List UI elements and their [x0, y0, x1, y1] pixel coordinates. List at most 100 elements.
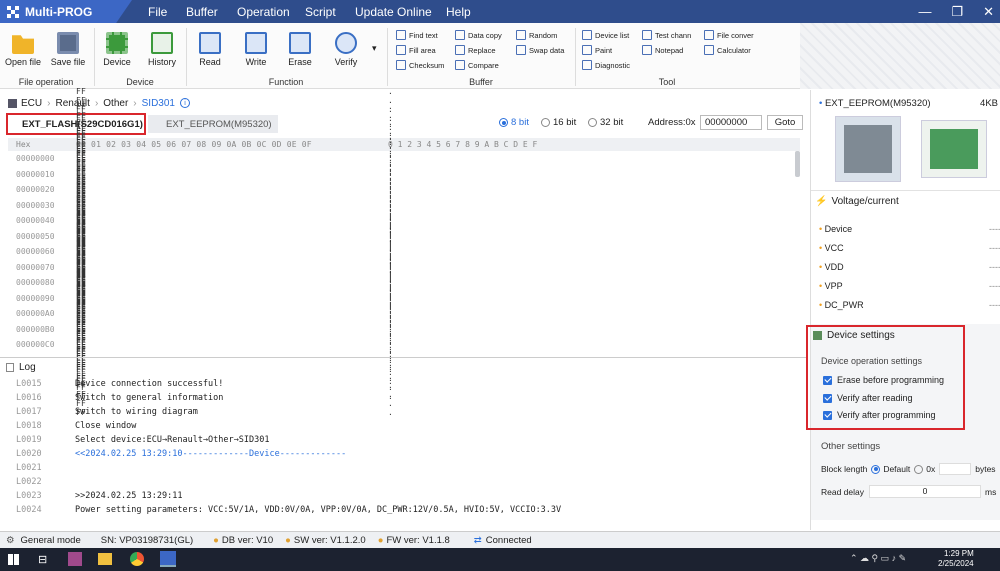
- random-button[interactable]: Random: [516, 30, 557, 40]
- close-icon[interactable]: ✕: [983, 4, 994, 20]
- menu-buffer[interactable]: Buffer: [186, 0, 218, 23]
- test-channel-icon: [642, 30, 652, 40]
- sigma-icon: [396, 60, 406, 70]
- bit-8-radio[interactable]: 8 bit: [499, 117, 529, 128]
- save-icon: [57, 32, 79, 54]
- paint-button[interactable]: Paint: [582, 45, 612, 55]
- block-custom-radio[interactable]: [914, 464, 924, 474]
- menu-help[interactable]: Help: [446, 0, 471, 23]
- open-file-button[interactable]: Open file: [4, 23, 42, 67]
- read-delay-row: Read delay 0 ms: [821, 485, 997, 498]
- history-button[interactable]: History: [144, 23, 180, 67]
- breadcrumb-other[interactable]: Other: [103, 98, 128, 109]
- checksum-button[interactable]: Checksum: [396, 60, 444, 70]
- log-line: L0020 <<2024.02.25 13:29:10-------------D…: [16, 447, 346, 461]
- list-icon: [582, 30, 592, 40]
- log-line: L0016 Switch to general information: [16, 391, 223, 405]
- log-line: L0024 Power setting parameters: VCC:5V/1A…: [16, 503, 561, 517]
- calculator-button[interactable]: Calculator: [704, 45, 751, 55]
- taskbar-app-icon[interactable]: [68, 552, 82, 566]
- device-button[interactable]: Device: [100, 23, 134, 67]
- other-settings-label: Other settings: [821, 441, 881, 452]
- block-default-radio[interactable]: [871, 464, 881, 474]
- status-sn: SN: VP03198731(GL): [100, 534, 194, 546]
- tab-ext-eeprom[interactable]: EXT_EEPROM(M95320): [148, 115, 278, 133]
- verify-button[interactable]: Verify: [330, 23, 362, 67]
- breadcrumb: ECU › Renault › Other › SID301 i: [0, 95, 808, 111]
- replace-button[interactable]: Replace: [455, 45, 496, 55]
- divider: [811, 190, 1000, 191]
- hex-header: Hex 00 01 02 03 04 05 06 07 08 09 0A 0B …: [8, 138, 800, 151]
- data-copy-icon: [455, 30, 465, 40]
- chrome-icon[interactable]: [130, 552, 144, 566]
- task-view-icon[interactable]: ⊟: [38, 553, 47, 566]
- file-explorer-icon[interactable]: [98, 553, 112, 565]
- system-tray-icons[interactable]: ⌃ ☁ ⚲ ▭ ♪ ✎: [850, 553, 906, 564]
- status-db: DB ver: V10: [221, 534, 274, 546]
- hex-row-address: 00000050: [16, 231, 55, 241]
- windows-start-icon[interactable]: [8, 554, 19, 565]
- chip-photo: [835, 116, 901, 182]
- bit-16-radio[interactable]: 16 bit: [541, 117, 576, 128]
- bit-32-radio[interactable]: 32 bit: [588, 117, 623, 128]
- breadcrumb-ecu[interactable]: ECU: [21, 98, 42, 109]
- ribbon-toolbar: Open file Save file File operation Devic…: [0, 23, 1000, 89]
- read-button[interactable]: Read: [196, 23, 224, 67]
- menu-script[interactable]: Script: [305, 0, 336, 23]
- file-converter-button[interactable]: File conver: [704, 30, 754, 40]
- hex-scrollbar[interactable]: [795, 151, 800, 177]
- diagnostic-button[interactable]: Diagnostic: [582, 60, 630, 70]
- compare-icon: [455, 60, 465, 70]
- hex-row-address: 00000040: [16, 216, 55, 225]
- menu-update-online[interactable]: Update Online: [355, 0, 432, 23]
- menu-operation[interactable]: Operation: [237, 0, 290, 23]
- replace-icon: [455, 45, 465, 55]
- read-delay-input[interactable]: 0: [869, 485, 981, 498]
- read-icon: [199, 32, 221, 54]
- notepad-button[interactable]: Notepad: [642, 45, 683, 55]
- app-logo-icon: [7, 5, 19, 18]
- verify-dropdown-icon[interactable]: ▾: [372, 43, 377, 54]
- device-list-button[interactable]: Device list: [582, 30, 629, 40]
- multiprog-taskbar-icon[interactable]: [160, 551, 176, 567]
- log-line-number: L0024: [16, 505, 42, 515]
- voltage-item-value: ----: [989, 262, 1000, 272]
- write-button[interactable]: Write: [241, 23, 271, 67]
- log-line-text: <<2024.02.25 13:29:10-------------Device…: [75, 449, 347, 459]
- goto-button[interactable]: Goto: [767, 115, 803, 130]
- block-length-input[interactable]: [939, 463, 972, 475]
- hex-row-address: 00000000: [16, 154, 55, 163]
- breadcrumb-sid301[interactable]: SID301: [142, 98, 175, 109]
- test-channel-button[interactable]: Test chann: [642, 30, 691, 40]
- save-file-button[interactable]: Save file: [48, 23, 88, 67]
- block-length-row: Block length Default 0x bytes: [821, 463, 996, 475]
- menu-file[interactable]: File: [148, 0, 167, 23]
- info-icon[interactable]: i: [180, 98, 190, 108]
- hex-view[interactable]: 00000000 FF FF FF FF FF FF FF FF FF FF FF…: [8, 87, 800, 417]
- swap-data-button[interactable]: Swap data: [516, 45, 564, 55]
- log-line-number: L0022: [16, 477, 42, 487]
- voltage-item-value: ----: [989, 300, 1000, 310]
- log-line: L0017 Switch to wiring diagram: [16, 405, 198, 419]
- file-group-label: File operation: [18, 77, 74, 87]
- log-icon: [6, 363, 14, 372]
- taskbar-date: 2/25/2024: [938, 559, 974, 568]
- erase-button[interactable]: Erase: [285, 23, 315, 67]
- find-text-button[interactable]: Find text: [396, 30, 438, 40]
- data-copy-button[interactable]: Data copy: [455, 30, 502, 40]
- connected-icon: ⇄: [473, 534, 482, 546]
- hex-row-address: 000000B0: [16, 324, 55, 334]
- voltage-current-header: ⚡ Voltage/current: [815, 196, 899, 207]
- hex-row-address: 00000010: [16, 169, 55, 179]
- voltage-item: • VDD ----: [819, 262, 1000, 272]
- log-line-number: L0016: [16, 393, 42, 403]
- minimize-icon[interactable]: —: [918, 4, 931, 19]
- restore-icon[interactable]: ❐: [951, 4, 963, 20]
- mode-icon: ⚙: [6, 534, 15, 546]
- compare-button[interactable]: Compare: [455, 60, 499, 70]
- address-input[interactable]: 00000000: [700, 115, 762, 130]
- hex-row-address: 00000080: [16, 278, 55, 287]
- fill-area-button[interactable]: Fill area: [396, 45, 436, 55]
- log-line-number: L0021: [16, 463, 42, 473]
- hex-header-label: Hex: [16, 140, 31, 149]
